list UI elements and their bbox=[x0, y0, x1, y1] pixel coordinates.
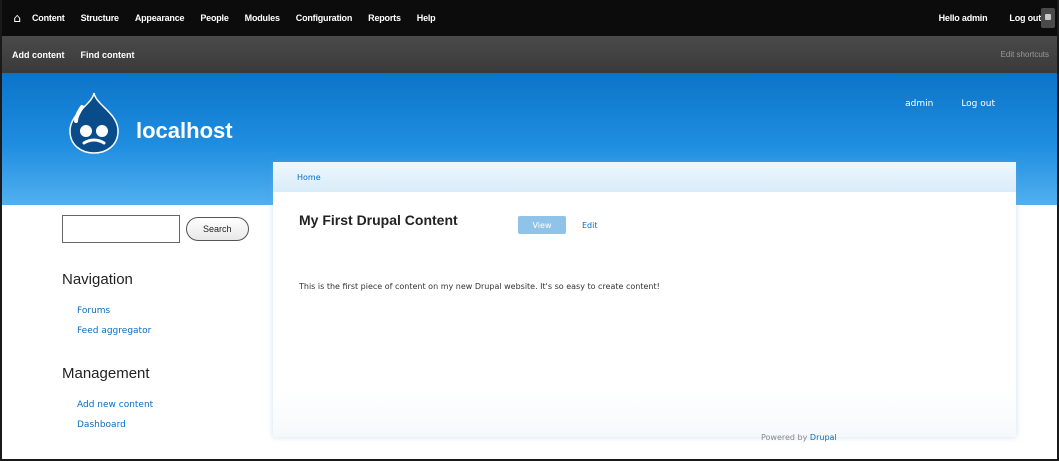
toolbar-item-structure[interactable]: Structure bbox=[81, 13, 119, 23]
header-user-links: admin Log out bbox=[905, 99, 995, 109]
toolbar-menu: Content Structure Appearance People Modu… bbox=[32, 13, 436, 23]
home-icon[interactable]: ⌂ bbox=[2, 11, 32, 25]
site-name[interactable]: localhost bbox=[136, 118, 233, 144]
search-form: Search bbox=[62, 215, 262, 243]
tab-edit[interactable]: Edit bbox=[582, 221, 598, 230]
search-button[interactable]: Search bbox=[186, 217, 249, 241]
mgmt-link-dashboard[interactable]: Dashboard bbox=[77, 415, 153, 435]
management-menu: Add new content Dashboard bbox=[77, 395, 153, 435]
toolbar-item-help[interactable]: Help bbox=[417, 13, 436, 23]
toolbar-item-appearance[interactable]: Appearance bbox=[135, 13, 185, 23]
hello-user-link[interactable]: Hello admin bbox=[939, 13, 988, 23]
node-content: My First Drupal Content View Edit This i… bbox=[273, 192, 1016, 442]
navigation-title: Navigation bbox=[62, 271, 133, 288]
management-title: Management bbox=[62, 365, 150, 382]
node-body: This is the first piece of content on my… bbox=[299, 282, 660, 291]
sidebar: Search Navigation Forums Feed aggregator… bbox=[62, 215, 262, 430]
search-input[interactable] bbox=[62, 215, 180, 243]
admin-toolbar: ⌂ Content Structure Appearance People Mo… bbox=[2, 0, 1057, 36]
footer: Powered by Drupal bbox=[761, 433, 837, 442]
header-admin-link[interactable]: admin bbox=[905, 99, 933, 109]
toolbar-item-configuration[interactable]: Configuration bbox=[296, 13, 353, 23]
navigation-menu: Forums Feed aggregator bbox=[77, 301, 151, 341]
toolbar-user: Hello admin Log out bbox=[939, 0, 1042, 36]
page-title: My First Drupal Content bbox=[299, 212, 458, 228]
mgmt-link-add-new-content[interactable]: Add new content bbox=[77, 395, 153, 415]
shortcut-find-content[interactable]: Find content bbox=[81, 50, 135, 60]
edit-shortcuts-link[interactable]: Edit shortcuts bbox=[1001, 50, 1049, 59]
breadcrumb: Home bbox=[273, 162, 1016, 192]
nav-link-forums[interactable]: Forums bbox=[77, 301, 151, 321]
drupal-drop-icon[interactable] bbox=[66, 91, 122, 155]
toolbar-item-reports[interactable]: Reports bbox=[368, 13, 401, 23]
toolbar-item-modules[interactable]: Modules bbox=[245, 13, 280, 23]
shortcuts-bar: Add content Find content Edit shortcuts bbox=[2, 36, 1057, 73]
browser-frame: ⌂ Content Structure Appearance People Mo… bbox=[0, 0, 1059, 461]
breadcrumb-home-link[interactable]: Home bbox=[297, 173, 321, 182]
powered-by-text: Powered by bbox=[761, 433, 808, 442]
drupal-link[interactable]: Drupal bbox=[810, 433, 837, 442]
shortcut-add-content[interactable]: Add content bbox=[12, 50, 65, 60]
header-logout-link[interactable]: Log out bbox=[961, 99, 995, 109]
nav-link-feed-aggregator[interactable]: Feed aggregator bbox=[77, 321, 151, 341]
node-tabs: View Edit bbox=[518, 216, 598, 234]
toolbar-item-content[interactable]: Content bbox=[32, 13, 65, 23]
tab-view[interactable]: View bbox=[518, 216, 566, 234]
toolbar-item-people[interactable]: People bbox=[200, 13, 229, 23]
main-content: Home My First Drupal Content View Edit T… bbox=[273, 162, 1016, 442]
shortcuts-toggle-icon[interactable] bbox=[1041, 8, 1055, 28]
toolbar-logout-link[interactable]: Log out bbox=[1009, 13, 1041, 23]
